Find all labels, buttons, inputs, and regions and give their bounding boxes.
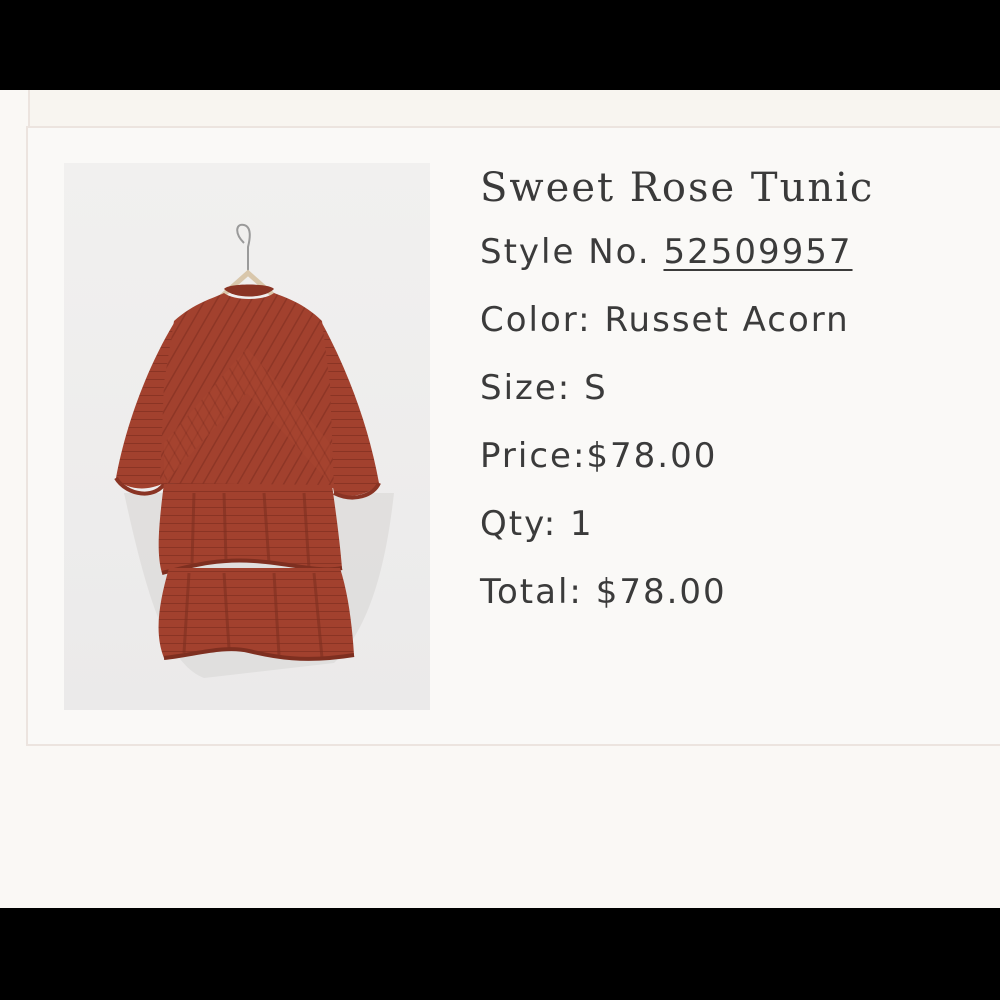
screen: Sweet Rose Tunic Style No. 52509957 Colo…	[0, 0, 1000, 1000]
style-number-link[interactable]: 52509957	[663, 232, 852, 272]
style-label: Style No.	[480, 232, 651, 272]
product-title[interactable]: Sweet Rose Tunic	[480, 158, 990, 218]
size-value: S	[584, 368, 608, 408]
product-details: Sweet Rose Tunic Style No. 52509957 Colo…	[480, 158, 990, 626]
quantity-row: Qty: 1	[480, 490, 990, 558]
order-summary-page: Sweet Rose Tunic Style No. 52509957 Colo…	[0, 90, 1000, 908]
total-label: Total:	[480, 572, 583, 612]
price-value: $78.00	[586, 436, 718, 476]
qty-value: 1	[570, 504, 594, 544]
color-row: Color: Russet Acorn	[480, 286, 990, 354]
size-row: Size: S	[480, 354, 990, 422]
order-item-card: Sweet Rose Tunic Style No. 52509957 Colo…	[26, 126, 1000, 746]
price-label: Price:	[480, 436, 587, 476]
qty-label: Qty:	[480, 504, 558, 544]
top-band	[28, 90, 1000, 128]
price-row: Price:$78.00	[480, 422, 990, 490]
total-value: $78.00	[595, 572, 727, 612]
product-image[interactable]	[64, 163, 430, 710]
total-row: Total: $78.00	[480, 558, 990, 626]
style-number-row: Style No. 52509957	[480, 218, 990, 286]
color-label: Color:	[480, 300, 592, 340]
tunic-on-hanger-image	[114, 223, 394, 678]
size-label: Size:	[480, 368, 572, 408]
color-value: Russet Acorn	[604, 300, 850, 340]
